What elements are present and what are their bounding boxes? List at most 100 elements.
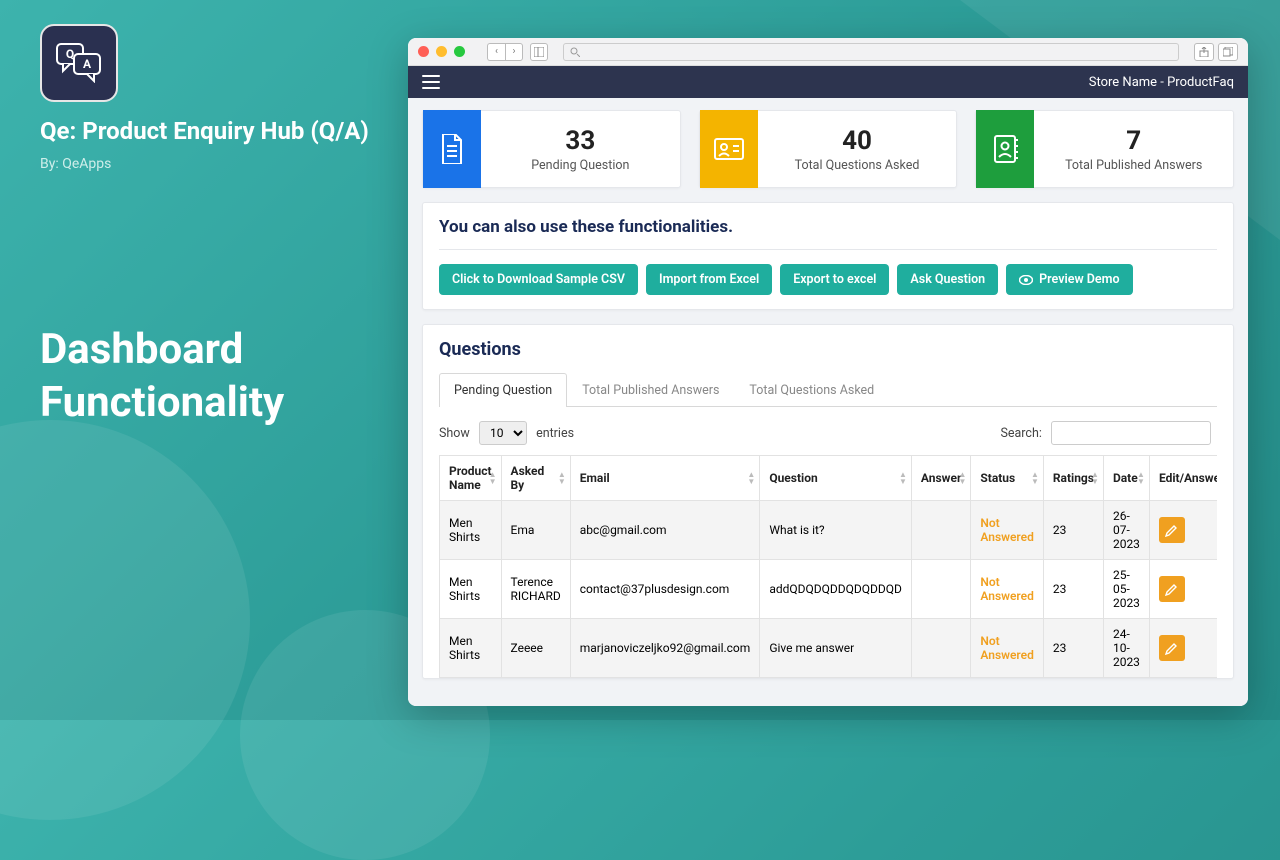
sort-icon: ▲▼ xyxy=(1031,471,1039,485)
functions-heading: You can also use these functionalities. xyxy=(439,217,1217,250)
cell-ratings: 23 xyxy=(1043,501,1103,560)
func-button[interactable]: Import from Excel xyxy=(646,264,772,295)
column-header[interactable]: Edit/Answer▲▼ xyxy=(1149,456,1217,501)
show-entries: Show 10 entries xyxy=(439,421,574,445)
column-header[interactable]: Question▲▼ xyxy=(760,456,912,501)
cell-email: contact@37plusdesign.com xyxy=(570,560,760,619)
questions-heading: Questions xyxy=(439,339,1217,360)
pencil-icon xyxy=(1165,524,1178,537)
func-button[interactable]: Click to Download Sample CSV xyxy=(439,264,638,295)
func-button[interactable]: Ask Question xyxy=(897,264,998,295)
edit-button[interactable] xyxy=(1159,517,1185,543)
cell-status: Not Answered xyxy=(971,619,1043,678)
app-title: Qe: Product Enquiry Hub (Q/A) xyxy=(40,116,380,146)
tab[interactable]: Total Questions Asked xyxy=(734,373,889,407)
sidebar-toggle-button[interactable] xyxy=(530,43,548,61)
column-header[interactable]: Ratings▲▼ xyxy=(1043,456,1103,501)
browser-toolbar: ‹ › xyxy=(408,38,1248,66)
cell-askedby: Terence RICHARD xyxy=(501,560,570,619)
store-name: Store Name - ProductFaq xyxy=(1089,75,1234,90)
cell-question: Give me answer xyxy=(760,619,912,678)
cell-question: What is it? xyxy=(760,501,912,560)
column-header[interactable]: Asked By▲▼ xyxy=(501,456,570,501)
back-button[interactable]: ‹ xyxy=(487,43,505,61)
stat-value: 7 xyxy=(1034,126,1233,156)
sort-icon: ▲▼ xyxy=(558,471,566,485)
edit-button[interactable] xyxy=(1159,635,1185,661)
id-card-icon xyxy=(700,110,758,188)
questions-table: Product Name▲▼Asked By▲▼Email▲▼Question▲… xyxy=(439,455,1217,678)
stat-cards: 33 Pending Question 40 Total Questions Aske… xyxy=(422,110,1234,188)
sort-icon: ▲▼ xyxy=(747,471,755,485)
search-input[interactable] xyxy=(1051,421,1211,445)
forward-button[interactable]: › xyxy=(505,43,523,61)
pencil-icon xyxy=(1165,642,1178,655)
cell-date: 25-05-2023 xyxy=(1103,560,1149,619)
tab[interactable]: Total Published Answers xyxy=(567,373,734,407)
cell-answer xyxy=(911,560,970,619)
page-headline: Dashboard Functionality xyxy=(40,324,380,429)
stat-card: 7 Total Published Answers xyxy=(975,110,1234,188)
hamburger-icon[interactable] xyxy=(422,75,440,89)
edit-button[interactable] xyxy=(1159,576,1185,602)
sort-icon: ▲▼ xyxy=(1137,471,1145,485)
maximize-dot[interactable] xyxy=(454,46,465,57)
app-logo: Q A xyxy=(40,24,118,102)
eye-icon xyxy=(1019,275,1033,285)
column-header[interactable]: Product Name▲▼ xyxy=(440,456,502,501)
pencil-icon xyxy=(1165,583,1178,596)
page-size-select[interactable]: 10 xyxy=(479,421,527,445)
svg-text:Q: Q xyxy=(66,47,74,61)
cell-email: marjanoviczeljko92@gmail.com xyxy=(570,619,760,678)
cell-date: 26-07-2023 xyxy=(1103,501,1149,560)
table-row: Men ShirtsTerence RICHARDcontact@37plusd… xyxy=(440,560,1218,619)
stat-value: 33 xyxy=(481,126,680,156)
cell-askedby: Zeeee xyxy=(501,619,570,678)
minimize-dot[interactable] xyxy=(436,46,447,57)
cell-product: Men Shirts xyxy=(440,501,502,560)
cell-status: Not Answered xyxy=(971,560,1043,619)
func-button[interactable]: Preview Demo xyxy=(1006,264,1132,295)
sort-icon: ▲▼ xyxy=(489,471,497,485)
cell-product: Men Shirts xyxy=(440,619,502,678)
tab[interactable]: Pending Question xyxy=(439,373,567,407)
url-bar[interactable] xyxy=(563,43,1179,61)
table-row: Men ShirtsEmaabc@gmail.comWhat is it? Not… xyxy=(440,501,1218,560)
column-header[interactable]: Date▲▼ xyxy=(1103,456,1149,501)
cell-answer xyxy=(911,501,970,560)
stat-card: 40 Total Questions Asked xyxy=(699,110,958,188)
stat-label: Total Questions Asked xyxy=(758,158,957,173)
stat-label: Total Published Answers xyxy=(1034,158,1233,173)
cell-question: addQDQDQDDQDQDDQD xyxy=(760,560,912,619)
tabs-icon xyxy=(1223,47,1233,57)
svg-text:A: A xyxy=(83,57,92,71)
column-header[interactable]: Answer▲▼ xyxy=(911,456,970,501)
column-header[interactable]: Email▲▼ xyxy=(570,456,760,501)
tabs-button[interactable] xyxy=(1218,43,1238,61)
functions-panel: You can also use these functionalities. … xyxy=(422,202,1234,310)
app-bar: Store Name - ProductFaq xyxy=(408,66,1248,98)
cell-email: abc@gmail.com xyxy=(570,501,760,560)
file-icon xyxy=(423,110,481,188)
cell-askedby: Ema xyxy=(501,501,570,560)
share-button[interactable] xyxy=(1194,43,1214,61)
cell-status: Not Answered xyxy=(971,501,1043,560)
close-dot[interactable] xyxy=(418,46,429,57)
cell-answer xyxy=(911,619,970,678)
search-box: Search: xyxy=(1000,421,1217,445)
browser-frame: ‹ › Store Name - ProductFaq 33 Pending Qu… xyxy=(408,38,1248,706)
stat-card: 33 Pending Question xyxy=(422,110,681,188)
sort-icon: ▲▼ xyxy=(958,471,966,485)
table-row: Men ShirtsZeeeemarjanoviczeljko92@gmail.… xyxy=(440,619,1218,678)
app-author: By: QeApps xyxy=(40,156,380,172)
func-button[interactable]: Export to excel xyxy=(780,264,889,295)
contacts-icon xyxy=(976,110,1034,188)
stat-value: 40 xyxy=(758,126,957,156)
questions-panel: Questions Pending QuestionTotal Publishe… xyxy=(422,324,1234,679)
column-header[interactable]: Status▲▼ xyxy=(971,456,1043,501)
sort-icon: ▲▼ xyxy=(1091,471,1099,485)
cell-ratings: 23 xyxy=(1043,560,1103,619)
stat-label: Pending Question xyxy=(481,158,680,173)
cell-product: Men Shirts xyxy=(440,560,502,619)
cell-date: 24-10-2023 xyxy=(1103,619,1149,678)
